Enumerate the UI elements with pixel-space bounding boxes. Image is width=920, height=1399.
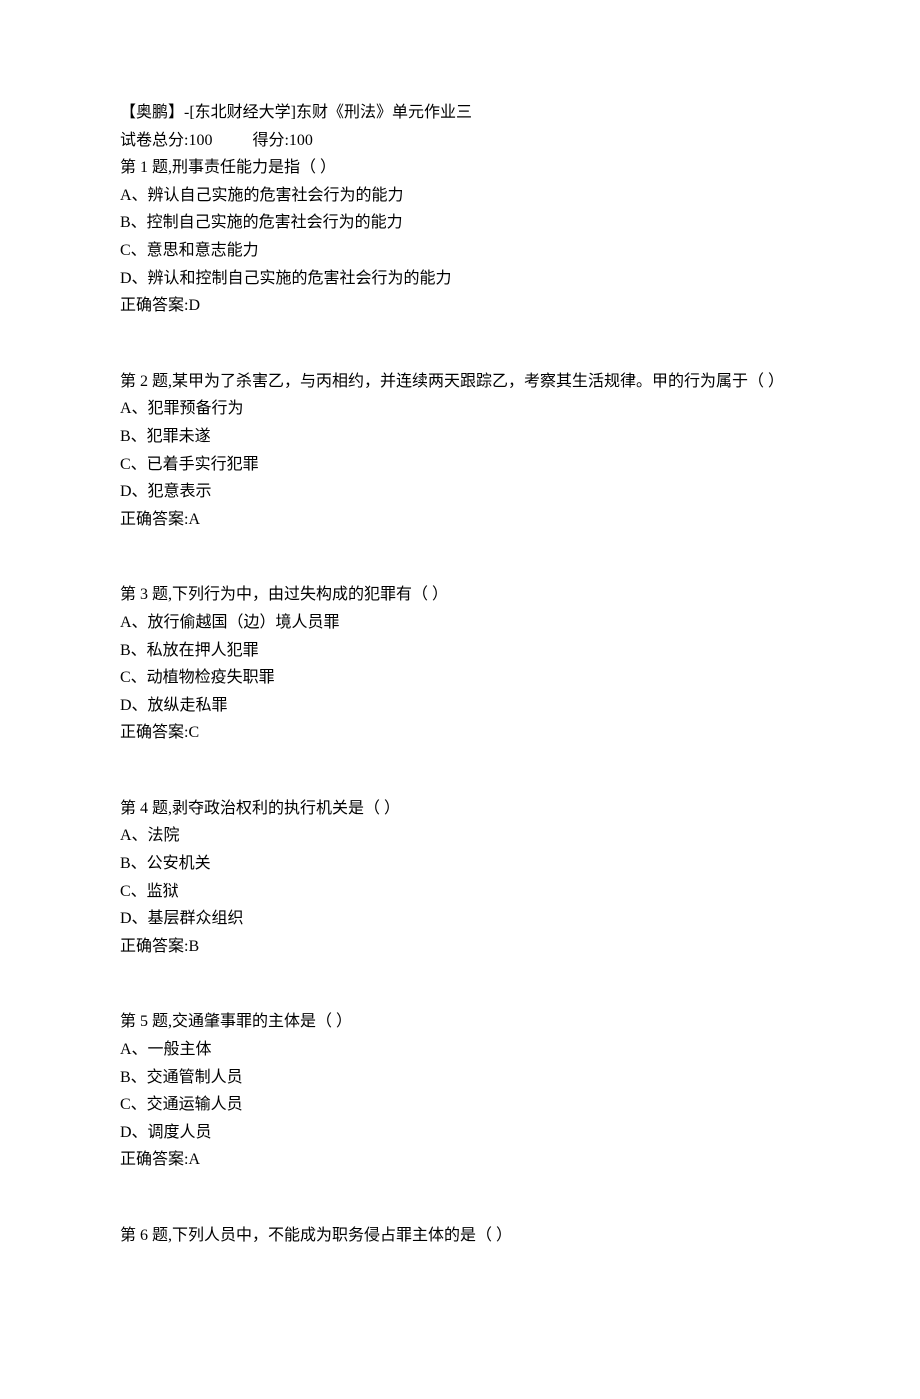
question-option: D、调度人员 <box>120 1120 800 1146</box>
question-block: 第 2 题,某甲为了杀害乙，与丙相约，并连续两天跟踪乙，考察其生活规律。甲的行为… <box>120 369 800 533</box>
question-option: D、犯意表示 <box>120 479 800 505</box>
document-title: 【奥鹏】-[东北财经大学]东财《刑法》单元作业三 <box>120 100 800 126</box>
question-block: 第 5 题,交通肇事罪的主体是（ ）A、一般主体B、交通管制人员C、交通运输人员… <box>120 1009 800 1173</box>
question-answer: 正确答案:D <box>120 293 800 319</box>
question-option: A、法院 <box>120 823 800 849</box>
question-stem: 第 4 题,剥夺政治权利的执行机关是（ ） <box>120 796 800 822</box>
question-option: C、监狱 <box>120 879 800 905</box>
question-option: C、意思和意志能力 <box>120 238 800 264</box>
question-stem: 第 1 题,刑事责任能力是指（ ） <box>120 155 800 181</box>
question-block: 第 4 题,剥夺政治权利的执行机关是（ ）A、法院B、公安机关C、监狱D、基层群… <box>120 796 800 960</box>
question-option: C、交通运输人员 <box>120 1092 800 1118</box>
question-option: B、公安机关 <box>120 851 800 877</box>
question-option: C、已着手实行犯罪 <box>120 452 800 478</box>
question-stem: 第 2 题,某甲为了杀害乙，与丙相约，并连续两天跟踪乙，考察其生活规律。甲的行为… <box>120 369 800 395</box>
question-answer: 正确答案:A <box>120 1147 800 1173</box>
question-option: B、控制自己实施的危害社会行为的能力 <box>120 210 800 236</box>
question-option: B、犯罪未遂 <box>120 424 800 450</box>
question-option: A、一般主体 <box>120 1037 800 1063</box>
question-answer: 正确答案:C <box>120 720 800 746</box>
question-option: A、辨认自己实施的危害社会行为的能力 <box>120 183 800 209</box>
question-option: B、私放在押人犯罪 <box>120 638 800 664</box>
question-option: D、放纵走私罪 <box>120 693 800 719</box>
questions-container: 第 1 题,刑事责任能力是指（ ）A、辨认自己实施的危害社会行为的能力B、控制自… <box>120 155 800 1248</box>
question-block: 第 1 题,刑事责任能力是指（ ）A、辨认自己实施的危害社会行为的能力B、控制自… <box>120 155 800 319</box>
question-option: C、动植物检疫失职罪 <box>120 665 800 691</box>
question-stem: 第 6 题,下列人员中，不能成为职务侵占罪主体的是（ ） <box>120 1223 800 1249</box>
total-score-label: 试卷总分: <box>120 132 188 149</box>
question-stem: 第 5 题,交通肇事罪的主体是（ ） <box>120 1009 800 1035</box>
score-line: 试卷总分:100得分:100 <box>120 128 800 154</box>
question-option: D、基层群众组织 <box>120 906 800 932</box>
question-block: 第 6 题,下列人员中，不能成为职务侵占罪主体的是（ ） <box>120 1223 800 1249</box>
question-option: D、辨认和控制自己实施的危害社会行为的能力 <box>120 266 800 292</box>
total-score-value: 100 <box>188 132 212 149</box>
got-score-label: 得分: <box>252 132 288 149</box>
question-option: B、交通管制人员 <box>120 1065 800 1091</box>
question-option: A、放行偷越国（边）境人员罪 <box>120 610 800 636</box>
question-stem: 第 3 题,下列行为中，由过失构成的犯罪有（ ） <box>120 582 800 608</box>
got-score-value: 100 <box>289 132 313 149</box>
question-option: A、犯罪预备行为 <box>120 396 800 422</box>
question-answer: 正确答案:A <box>120 507 800 533</box>
question-block: 第 3 题,下列行为中，由过失构成的犯罪有（ ）A、放行偷越国（边）境人员罪B、… <box>120 582 800 746</box>
question-answer: 正确答案:B <box>120 934 800 960</box>
